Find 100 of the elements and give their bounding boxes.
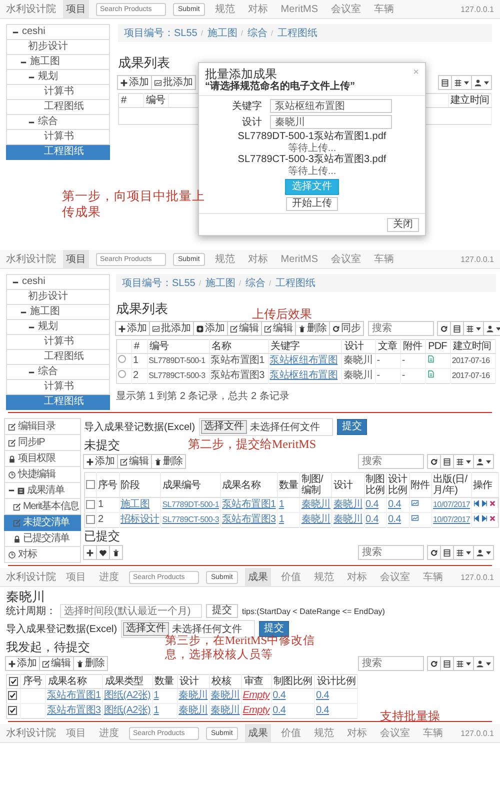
add-button[interactable]: 添加 — [115, 321, 150, 336]
nav-link[interactable]: 进度 — [96, 568, 122, 586]
search-field[interactable]: 搜索 — [368, 321, 434, 336]
nav-link[interactable]: MeritMS — [278, 2, 322, 16]
breadcrumb-link[interactable]: 工程图纸 — [275, 276, 316, 290]
add-button[interactable]: 添加 — [83, 454, 118, 469]
tree-item[interactable]: 工程图纸 — [6, 145, 110, 160]
table-link[interactable]: 秦晓川 — [210, 705, 240, 716]
table-link[interactable]: 0.4 — [272, 690, 286, 701]
choose-file-button[interactable]: 选择文件 — [123, 622, 170, 636]
tree-item[interactable]: 综合 — [6, 115, 110, 130]
nav-link[interactable]: 车辆 — [371, 0, 398, 18]
table-link[interactable]: 10/07/2017 — [433, 515, 470, 524]
table-link[interactable]: 0.4 — [316, 705, 330, 716]
nav-link[interactable]: 项目 — [63, 568, 89, 586]
nav-link[interactable]: 项目 — [63, 0, 89, 18]
table-link[interactable]: 0.4 — [388, 499, 402, 510]
nav-link[interactable]: 车辆 — [420, 568, 446, 586]
add-button[interactable]: 添加 — [5, 656, 40, 671]
brand-link[interactable]: 水利设计院 — [6, 570, 56, 584]
table-link[interactable]: Empty — [242, 690, 270, 701]
start-upload-button[interactable]: 开始上传 — [286, 197, 338, 211]
submit-button[interactable]: 提交 — [337, 419, 368, 435]
table-link[interactable]: 施工图 — [120, 499, 150, 510]
search-field[interactable]: 搜索 — [358, 454, 424, 469]
tree-item[interactable]: 规划 — [6, 320, 110, 335]
menu-item[interactable]: 成果清单 — [4, 483, 81, 499]
nav-link[interactable]: 成果 — [244, 568, 271, 586]
menu-item[interactable]: 快捷编辑 — [4, 467, 81, 483]
table-link[interactable]: 泵站布置图1 — [47, 690, 101, 701]
table-link[interactable]: 秦晓川 — [333, 514, 363, 525]
nav-link[interactable]: 会议室 — [376, 568, 413, 586]
text-field[interactable]: 秦晓川 — [270, 115, 392, 129]
nav-link[interactable]: 对标 — [344, 724, 370, 742]
nav-link[interactable]: 车辆 — [371, 250, 398, 268]
batch-add-button[interactable]: 批添加 — [149, 321, 194, 336]
menu-item[interactable]: 已提交清单 — [4, 531, 81, 547]
submit-button[interactable]: 提交 — [206, 604, 238, 618]
nav-link[interactable]: 价值 — [278, 568, 304, 586]
nav-link[interactable]: 成果 — [244, 724, 271, 742]
text-field[interactable]: 泵站枢纽布置图 — [270, 99, 392, 113]
edit-button[interactable]: 编辑 — [227, 321, 262, 336]
table-link[interactable]: 图纸(A2张) — [104, 705, 151, 716]
tree-item[interactable]: 初步设计 — [6, 290, 110, 305]
table-link[interactable]: 秦晓川 — [301, 499, 330, 510]
menu-item[interactable]: Merit基本信息 — [4, 499, 81, 515]
breadcrumb-link[interactable]: 综合 — [245, 276, 266, 290]
table-link[interactable]: 秦晓川 — [178, 690, 208, 701]
table-link[interactable]: 0.4 — [388, 514, 402, 525]
delete-button[interactable]: 删除 — [73, 656, 108, 671]
menu-item[interactable]: 同步IP — [4, 435, 81, 451]
menu-item[interactable]: 项目权限 — [4, 451, 81, 467]
search-field[interactable]: 搜索 — [358, 545, 424, 560]
breadcrumb-link[interactable]: 项目编号：SL55 — [124, 26, 198, 40]
table-link[interactable]: 图纸(A2张) — [104, 690, 151, 701]
nav-link[interactable]: 规范 — [310, 724, 337, 742]
tree-item[interactable]: 初步设计 — [6, 40, 110, 55]
brand-link[interactable]: 水利设计院 — [6, 2, 56, 16]
menu-item[interactable]: 未提交清单 — [4, 515, 81, 531]
table-link[interactable]: 泵站枢纽布置图 — [270, 355, 338, 366]
tree-item[interactable]: 规划 — [6, 70, 110, 85]
nav-link[interactable]: 对标 — [344, 568, 370, 586]
tree-item[interactable]: 计算书 — [6, 130, 110, 145]
nav-link[interactable]: 会议室 — [328, 0, 364, 18]
choose-file-button[interactable]: 选择文件 — [201, 420, 248, 434]
tree-item[interactable]: 计算书 — [6, 85, 110, 100]
menu-item[interactable]: 编辑目录 — [4, 419, 81, 435]
nav-link[interactable]: 进度 — [96, 724, 122, 742]
tree-item[interactable]: 施工图 — [6, 305, 110, 320]
table-link[interactable]: 泵站布置图1 — [222, 499, 276, 510]
table-link[interactable]: 泵站枢纽布置图 — [270, 370, 338, 381]
table-link[interactable]: 秦晓川 — [178, 705, 208, 716]
tree-item[interactable]: 计算书 — [6, 380, 110, 395]
tree-item[interactable]: 工程图纸 — [6, 395, 110, 410]
choose-file-button[interactable]: 选择文件 — [285, 179, 339, 195]
table-link[interactable]: 1 — [154, 690, 159, 701]
table-link[interactable]: 0.4 — [316, 690, 330, 701]
table-link[interactable]: 泵站布置图3 — [47, 705, 101, 716]
nav-link[interactable]: 价值 — [278, 724, 304, 742]
breadcrumb-link[interactable]: 项目编号：SL55 — [122, 276, 196, 290]
nav-link[interactable]: MeritMS — [278, 252, 322, 266]
nav-link[interactable]: 规范 — [212, 0, 238, 18]
tree-item[interactable]: 综合 — [6, 365, 110, 380]
tree-item[interactable]: 工程图纸 — [6, 350, 110, 365]
table-link[interactable]: 0.4 — [366, 499, 379, 510]
sync-button[interactable]: 同步 — [329, 321, 364, 336]
table-link[interactable]: 招标设计 — [120, 514, 160, 525]
add-button[interactable]: 添加 — [193, 321, 228, 336]
nav-link[interactable]: 对标 — [244, 0, 271, 18]
table-link[interactable]: SL7789CT-500-3 — [162, 515, 220, 524]
tree-item[interactable]: ceshi — [6, 275, 110, 290]
tree-item[interactable]: 计算书 — [6, 335, 110, 350]
delete-button[interactable]: 删除 — [295, 321, 330, 336]
table-link[interactable]: 秦晓川 — [210, 690, 240, 701]
table-link[interactable]: 1 — [154, 705, 159, 716]
add-button[interactable]: 添加 — [117, 75, 152, 90]
nav-link[interactable]: 规范 — [212, 250, 238, 268]
tree-item[interactable]: ceshi — [6, 25, 110, 40]
close-button[interactable]: × — [413, 67, 419, 79]
nav-link[interactable]: 项目 — [63, 250, 89, 268]
